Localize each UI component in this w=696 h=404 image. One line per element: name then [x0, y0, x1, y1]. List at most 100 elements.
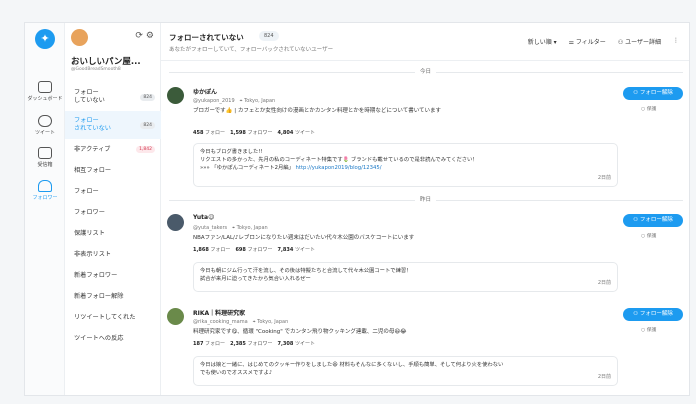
app-window: ✦ ダッシュボード ツイート 受信箱 フォロワー ⟳⚙ おいしいパン屋... @… [24, 22, 690, 396]
date-separator: 今日 [161, 67, 689, 77]
sort-dropdown[interactable]: 新しい順 ▾ [528, 37, 557, 46]
count-badge: 1,842 [136, 146, 155, 153]
filter-icon: ⚌ [568, 39, 576, 46]
sidebar-item-hidden-list[interactable]: 非表示リスト [65, 244, 161, 265]
sidebar-item-label: 非表示リスト [74, 250, 112, 258]
user-minus-icon: ⚇ [633, 90, 640, 96]
page-header: フォローされていない 824 あなたがフォローしていて、フォローバックされていな… [161, 23, 689, 61]
user-detail-button[interactable]: ⚇ ユーザー詳細 [618, 37, 661, 46]
people-icon [38, 180, 52, 192]
avatar[interactable] [167, 308, 184, 325]
count-badge: 824 [140, 93, 155, 101]
sidebar-item-mutual[interactable]: 相互フォロー [65, 160, 161, 181]
account-switcher[interactable]: ⟳⚙ おいしいパン屋... @GoodBreadSmooth8 [71, 29, 157, 73]
rail-item-followers[interactable]: フォロワー [25, 180, 65, 201]
inbox-icon [38, 147, 52, 159]
speech-bubble-icon [38, 115, 52, 127]
user-card: RIKA｜料理研究家 @rika_cooking_mama ⌖ Tokyo, J… [161, 306, 689, 395]
rail-item-tweets[interactable]: ツイート [25, 115, 65, 136]
sidebar-item-inactive[interactable]: 非アクティブ 1,842 [65, 139, 161, 160]
latest-tweet[interactable]: 今日は娘と一緒に、はじめてのクッキー作りをしました😆 材料もそんなに多くないし、… [193, 356, 618, 386]
sidebar-item-label: フォロー されていない [74, 117, 111, 132]
page-subtitle: あなたがフォローしていて、フォローバックされていないユーザー [169, 47, 334, 53]
filter-button[interactable]: ⚌ フィルター [569, 37, 606, 46]
user-name[interactable]: Yuta😉 [193, 214, 214, 221]
user-card: ゆかぽん @yukapon_2019 ⌖ Tokyo, Japan ブロガーです… [161, 85, 689, 195]
user-handle: @rika_cooking_mama [193, 319, 248, 325]
sidebar-item-protected-list[interactable]: 保護リスト [65, 223, 161, 244]
tweet-time: 2日前 [597, 175, 611, 181]
unfollow-button[interactable]: ⚇ フォロー解除 [623, 214, 683, 227]
sidebar-item-label: 保護リスト [74, 229, 105, 237]
date-separator: 昨日 [161, 195, 689, 205]
user-stats: 187 フォロー 2,385 フォロワー 7,308 ツイート [193, 341, 315, 347]
user-stats: 1,868 フォロー 698 フォロワー 7,834 ツイート [193, 247, 315, 253]
sidebar-item-label: 相互フォロー [74, 166, 112, 174]
sidebar-item-label: フォロー [74, 187, 99, 195]
user-card: Yuta😉 @yuta_takers ⌖ Tokyo, Japan NBAファン… [161, 212, 689, 308]
bird-logo-icon[interactable]: ✦ [35, 29, 55, 49]
sidebar-item-label: 新着フォロー解除 [74, 292, 124, 300]
sidebar-menu: フォロー していない 824 フォロー されていない 824 非アクティブ 1,842… [65, 83, 161, 349]
user-bio: 料理研究家です😋、循環 "Cooking" でカンタン飛り物クッキング連載、二児… [193, 329, 407, 335]
gear-icon[interactable]: ⚙ [146, 31, 157, 41]
account-handle: @GoodBreadSmooth8 [71, 67, 121, 72]
account-name: おいしいパン屋... [71, 57, 141, 67]
location-pin-icon: ⌖ [239, 98, 243, 104]
location-pin-icon: ⌖ [232, 225, 235, 231]
refresh-icon[interactable]: ⟳ [135, 31, 146, 41]
avatar[interactable] [167, 87, 184, 104]
sidebar-item-new-unfollows[interactable]: 新着フォロー解除 [65, 286, 161, 307]
rail-item-dashboard[interactable]: ダッシュボード [25, 81, 65, 102]
user-icon: ⚇ [617, 39, 626, 46]
tweet-link[interactable]: http://yukapon2019/blog/12345/ [296, 165, 382, 171]
unfollow-button[interactable]: ⚇ フォロー解除 [623, 87, 683, 100]
tweet-time: 2日前 [597, 280, 611, 286]
user-minus-icon: ⚇ [633, 217, 640, 223]
rail-label: 受信箱 [37, 162, 53, 168]
rail-label: フォロワー [32, 195, 58, 201]
sidebar-item-followers[interactable]: フォロワー [65, 202, 161, 223]
rail-label: ツイート [34, 130, 55, 136]
sidebar-item-label: リツイートしてくれた [74, 313, 136, 321]
unfollow-button[interactable]: ⚇ フォロー解除 [623, 308, 683, 321]
user-location: Tokyo, Japan [236, 225, 268, 231]
user-bio: ブロガーです👍 | カフェとか女性向けの漫画とかカンタン料理とかを時期などについ… [193, 108, 442, 114]
user-name[interactable]: ゆかぽん [193, 87, 217, 96]
latest-tweet[interactable]: 今日も朝にジム行って汗を流し、その後は特擬たちと合流して代々木公園コートで練習！… [193, 262, 618, 292]
protect-toggle[interactable]: ○ 保護 [641, 105, 656, 112]
location-pin-icon: ⌖ [252, 319, 256, 325]
sidebar: ⟳⚙ おいしいパン屋... @GoodBreadSmooth8 フォロー してい… [65, 23, 161, 395]
sidebar-item-retweeted[interactable]: リツイートしてくれた [65, 307, 161, 328]
rail-label: ダッシュボード [27, 96, 63, 102]
sidebar-item-label: フォロワー [74, 208, 105, 216]
user-name[interactable]: RIKA｜料理研究家 [193, 308, 245, 317]
sidebar-item-reactions[interactable]: ツイートへの反応 [65, 328, 161, 349]
main-panel: フォローされていない 824 あなたがフォローしていて、フォローバックされていな… [161, 23, 689, 395]
sidebar-item-label: フォロー していない [74, 89, 105, 104]
count-badge: 824 [259, 31, 279, 41]
rail-item-inbox[interactable]: 受信箱 [25, 147, 65, 168]
tweet-time: 2日前 [597, 374, 611, 380]
sidebar-item-label: ツイートへの反応 [74, 334, 124, 342]
avatar[interactable] [167, 214, 184, 231]
page-title: フォローされていない [169, 33, 244, 42]
avatar [71, 29, 88, 46]
sidebar-item-not-followed-back[interactable]: フォロー されていない 824 [65, 111, 161, 139]
protect-toggle[interactable]: ○ 保護 [641, 232, 656, 239]
user-location: Tokyo, Japan [244, 98, 276, 104]
sidebar-item-following[interactable]: フォロー [65, 181, 161, 202]
protect-toggle[interactable]: ○ 保護 [641, 326, 656, 333]
vertical-dots-icon[interactable]: ⋮ [673, 37, 679, 46]
user-handle: @yukapon_2019 [193, 98, 235, 104]
chart-icon [38, 81, 52, 93]
sidebar-item-label: 新着フォロワー [74, 271, 118, 279]
user-stats: 458 フォロー 1,598 フォロワー 4,804 ツイート [193, 130, 315, 136]
latest-tweet[interactable]: 今日もブログ書きました!! リクエストの多かった、先月の私のコーディネート特集で… [193, 143, 618, 187]
count-badge: 824 [140, 121, 155, 129]
sidebar-item-new-followers[interactable]: 新着フォロワー [65, 265, 161, 286]
sidebar-item-not-following[interactable]: フォロー していない 824 [65, 83, 161, 111]
user-location: Tokyo, Japan [257, 319, 289, 325]
user-minus-icon: ⚇ [633, 311, 640, 317]
user-bio: NBAファン/LAL/♪レブロンになりたい週末はだいたい代々木公園のバスケコート… [193, 235, 415, 241]
